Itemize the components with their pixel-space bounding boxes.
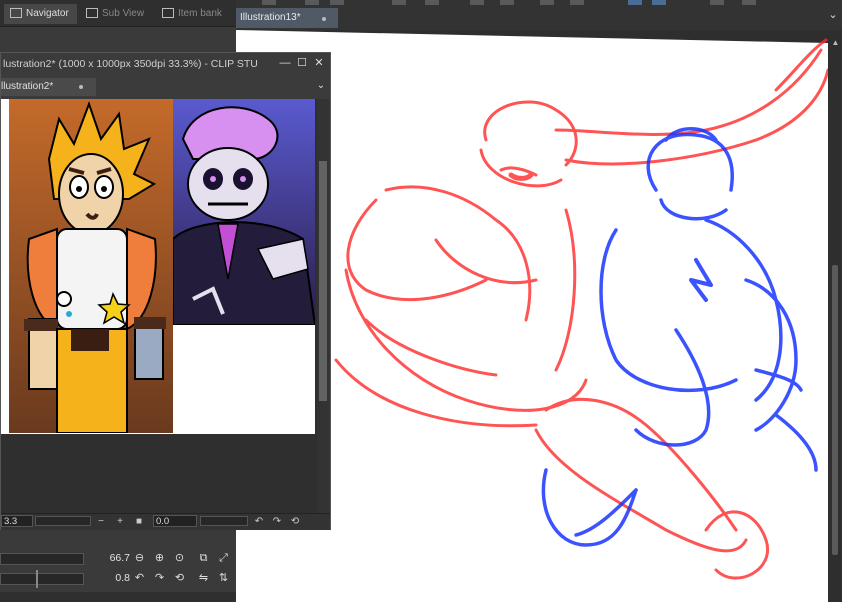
zoom-out-button[interactable]: − [95,515,107,528]
navigator-zoom-value[interactable]: 66.7 [90,552,130,564]
zoom-in-button[interactable]: + [114,515,126,528]
canvas-scroll-thumb[interactable] [832,265,838,555]
blue-sketch-figure [541,127,818,547]
subview-zoom-field[interactable]: 3.3 [1,515,33,527]
subview-window: lustration2* (1000 x 1000px 350dpi 33.3%… [0,52,331,530]
zoom-out-icon[interactable]: ⊖ [133,552,146,565]
tab-list-chevron-icon[interactable]: ⌄ [826,8,840,22]
close-icon[interactable]: ✕ [312,56,326,70]
toolbar-button[interactable] [570,0,584,5]
subview-control-bar: 3.3 − + ■ 0.0 ↶ ↷ ⟲ [1,513,330,530]
actual-size-icon[interactable]: ⧉ [197,552,210,565]
subview-scroll-thumb[interactable] [319,161,327,401]
zoom-in-icon[interactable]: ⊕ [153,552,166,565]
tab-subview[interactable]: Sub View [80,4,152,24]
fit-view-icon[interactable]: ⤢ [217,552,230,565]
toolbar-button[interactable] [305,0,319,5]
toolbar-button[interactable] [425,0,439,5]
reference-character-right [173,99,315,325]
subview-angle-slider[interactable] [200,516,248,526]
tab-itembank[interactable]: Item bank [156,4,230,24]
reset-rotation-icon[interactable]: ⟲ [173,572,186,585]
toolbar-button[interactable] [710,0,724,5]
tab-navigator[interactable]: Navigator [4,4,77,24]
subview-icon [86,8,98,18]
rotation-slider-handle[interactable] [36,570,38,588]
red-sketch-figure [334,38,828,580]
scroll-up-icon[interactable]: ▲ [829,38,842,48]
toolbar-button[interactable] [742,0,756,5]
subview-angle-field[interactable]: 0.0 [153,515,197,527]
navigator-icon [10,8,22,18]
toolbar-button[interactable] [470,0,484,5]
unsaved-indicator [322,17,326,21]
minimize-icon[interactable]: — [278,56,292,70]
rotate-left-icon[interactable]: ↶ [133,572,146,585]
subview-tab-label: llustration2* [1,81,54,92]
unsaved-indicator [79,85,83,89]
fit-button[interactable]: ■ [133,515,145,528]
panel-footer [0,592,236,602]
navigator-controls: 66.7 ⊖ ⊕ ⊙ ⧉ ⤢ 0.8 ↶ ↷ ⟲ ⇋ ⇅ [0,530,236,602]
toolbar-toggle-active[interactable] [652,0,666,5]
tab-navigator-label: Navigator [26,8,69,19]
navigator-rotation-value[interactable]: 0.8 [90,572,130,584]
flip-vertical-icon[interactable]: ⇅ [217,572,230,585]
toolbar-button[interactable] [540,0,554,5]
tab-subview-label: Sub View [102,8,145,19]
fit-to-window-icon[interactable]: ⊙ [173,552,186,565]
flip-horizontal-icon[interactable]: ⇋ [197,572,210,585]
subview-zoom-slider[interactable] [35,516,91,526]
navigator-zoom-slider[interactable] [0,553,84,565]
chevron-down-icon[interactable]: ⌄ [314,79,328,93]
toolbar-toggle-active[interactable] [628,0,642,5]
reset-rotation-icon[interactable]: ⟲ [289,515,301,528]
rotate-left-icon[interactable]: ↶ [253,515,265,528]
canvas-tab-label: Illustration13* [240,12,301,23]
rotate-right-icon[interactable]: ↷ [271,515,283,528]
navigator-rotation-slider[interactable] [0,573,84,585]
itembank-icon [162,8,174,18]
toolbar-button[interactable] [500,0,514,5]
toolbar-button[interactable] [330,0,344,5]
reference-character-left [9,99,173,433]
toolbar-button[interactable] [392,0,406,5]
tab-itembank-label: Item bank [178,8,222,19]
panel-tab-bar: Navigator Sub View Item bank [0,0,236,27]
toolbar-button[interactable] [262,0,276,5]
rotate-right-icon[interactable]: ↷ [153,572,166,585]
maximize-icon[interactable]: ☐ [295,56,309,70]
